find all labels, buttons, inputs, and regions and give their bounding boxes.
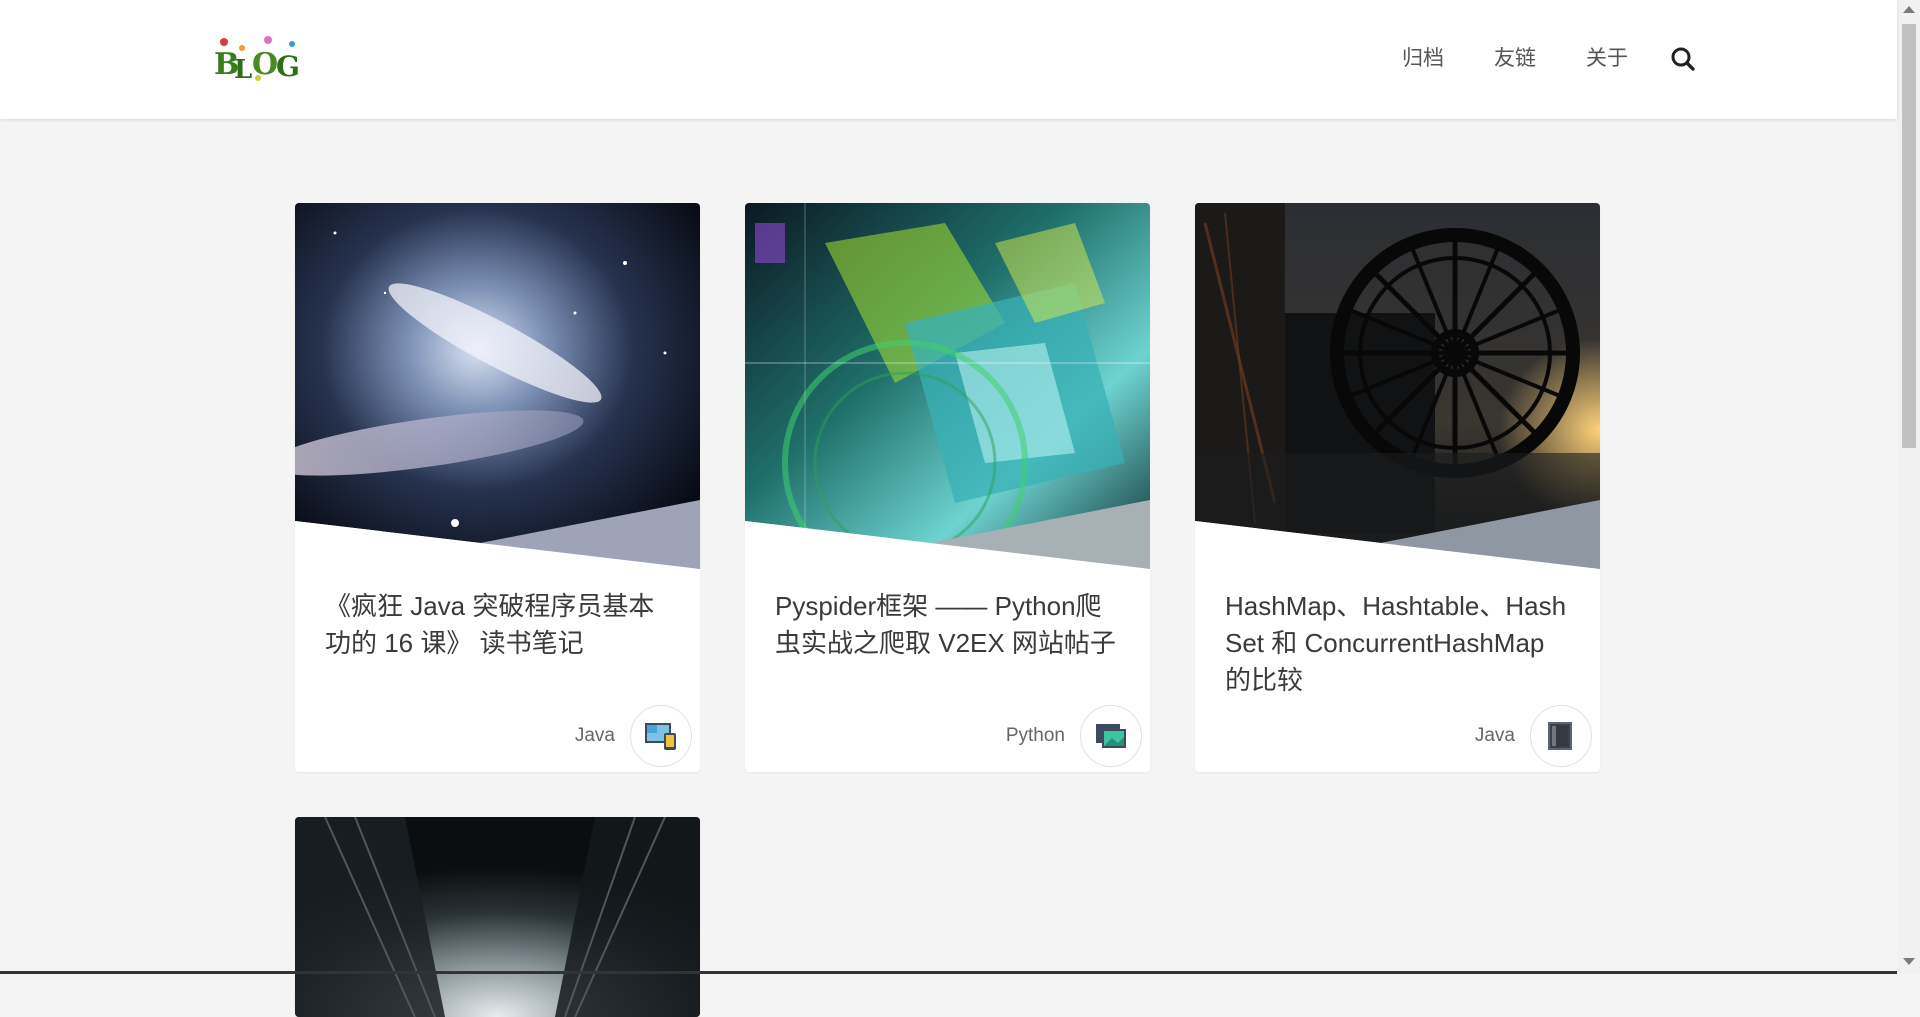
blog-logo[interactable]: B L O G [212, 34, 304, 85]
scrollbar[interactable] [1897, 0, 1920, 974]
svg-text:G: G [276, 50, 300, 83]
nav-about[interactable]: 关于 [1586, 44, 1628, 74]
site-header: B L O G 归档 友链 关于 [0, 0, 1897, 119]
post-title[interactable]: 《疯狂 Java 突破程序员基本功的 16 课》 读书笔记 [325, 588, 670, 662]
monitor-icon[interactable] [1080, 705, 1142, 767]
search-icon[interactable] [1670, 46, 1696, 72]
nav-links[interactable]: 友链 [1494, 44, 1536, 74]
nav-archive[interactable]: 归档 [1402, 44, 1444, 74]
scroll-down-icon[interactable] [1903, 958, 1915, 965]
post-category[interactable]: Java [1475, 725, 1515, 747]
post-title[interactable]: Pyspider框架 —— Python爬虫实战之爬取 V2EX 网站帖子 [775, 588, 1120, 662]
post-thumbnail[interactable] [1195, 203, 1600, 569]
post-category[interactable]: Java [575, 725, 615, 747]
post-title[interactable]: HashMap、Hashtable、HashSet 和 ConcurrentHa… [1225, 588, 1570, 699]
post-card[interactable]: 《疯狂 Java 突破程序员基本功的 16 课》 读书笔记 Java [295, 203, 700, 772]
post-card[interactable]: HashMap、Hashtable、HashSet 和 ConcurrentHa… [1195, 203, 1600, 772]
post-thumbnail[interactable] [295, 817, 700, 1017]
scroll-thumb[interactable] [1902, 24, 1916, 448]
post-card[interactable] [295, 817, 700, 1017]
main-nav: 归档 友链 关于 [1402, 44, 1696, 74]
post-card[interactable]: Pyspider框架 —— Python爬虫实战之爬取 V2EX 网站帖子 Py… [745, 203, 1150, 772]
post-thumbnail[interactable] [295, 203, 700, 569]
devices-icon[interactable] [630, 705, 692, 767]
post-category[interactable]: Python [1006, 725, 1065, 747]
tablet-icon[interactable] [1530, 705, 1592, 767]
post-thumbnail[interactable] [745, 203, 1150, 569]
scroll-up-icon[interactable] [1903, 6, 1915, 13]
svg-text:L: L [234, 55, 252, 84]
